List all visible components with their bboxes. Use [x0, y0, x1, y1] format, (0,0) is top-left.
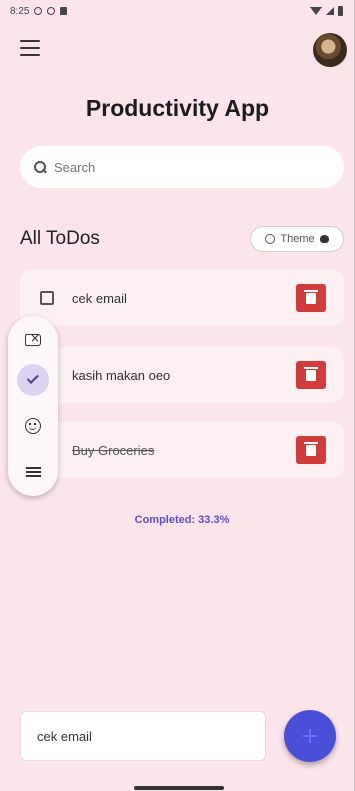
plus-icon [303, 729, 317, 743]
battery-icon [338, 6, 343, 16]
checkbox-icon[interactable] [40, 291, 54, 305]
settings-status-icon [47, 7, 56, 15]
delete-button[interactable] [296, 284, 326, 312]
trash-icon [304, 441, 318, 456]
theme-label: Theme [280, 233, 315, 245]
menu-line [20, 40, 40, 42]
section-title: All ToDos [20, 228, 100, 249]
completed-stat: Completed: 33.3% [134, 514, 230, 526]
todo-text: cek email [72, 290, 127, 306]
lines-line [25, 467, 41, 469]
status-left: 8:25 [10, 5, 68, 17]
backspace-icon [25, 331, 41, 346]
menu-line [20, 47, 40, 49]
todo-item[interactable]: cek email [20, 270, 344, 326]
smile-icon [25, 418, 41, 434]
delete-button[interactable] [296, 361, 326, 389]
lock-icon [60, 7, 68, 15]
theme-button[interactable]: Theme [250, 226, 344, 252]
new-task-input[interactable] [37, 728, 247, 744]
floating-action-menu [8, 316, 58, 496]
avatar[interactable] [313, 33, 347, 67]
lines-button[interactable] [17, 456, 49, 488]
check-icon [26, 371, 39, 384]
status-bar: 8:25 [0, 0, 355, 22]
home-indicator [134, 786, 224, 790]
trash-icon [304, 289, 318, 304]
new-task-field[interactable] [20, 711, 266, 761]
menu-icon[interactable] [20, 40, 40, 56]
backspace-button[interactable] [17, 324, 49, 356]
todo-item[interactable]: kasih makan oeo [20, 347, 344, 403]
check-button[interactable] [17, 364, 49, 396]
lines-line [25, 475, 41, 477]
notification-icon [34, 7, 43, 15]
todo-text: Buy Groceries [72, 442, 155, 458]
palette-icon [319, 235, 329, 243]
emoji-button[interactable] [17, 410, 49, 442]
theme-icon [265, 234, 276, 244]
wifi-icon [310, 7, 322, 15]
delete-button[interactable] [296, 436, 326, 464]
signal-icon [326, 7, 334, 15]
status-right [310, 6, 343, 16]
trash-icon [304, 366, 318, 381]
add-todo-button[interactable] [284, 710, 336, 762]
lines-icon [25, 467, 41, 477]
lines-line [25, 471, 41, 473]
search-icon [34, 161, 46, 173]
status-time: 8:25 [10, 5, 30, 17]
todo-text: kasih makan oeo [72, 367, 171, 383]
search-bar[interactable] [20, 146, 344, 188]
search-input[interactable] [54, 159, 314, 175]
menu-line [20, 54, 40, 56]
page-title: Productivity App [85, 95, 270, 121]
todo-item[interactable]: Buy Groceries [20, 422, 344, 478]
